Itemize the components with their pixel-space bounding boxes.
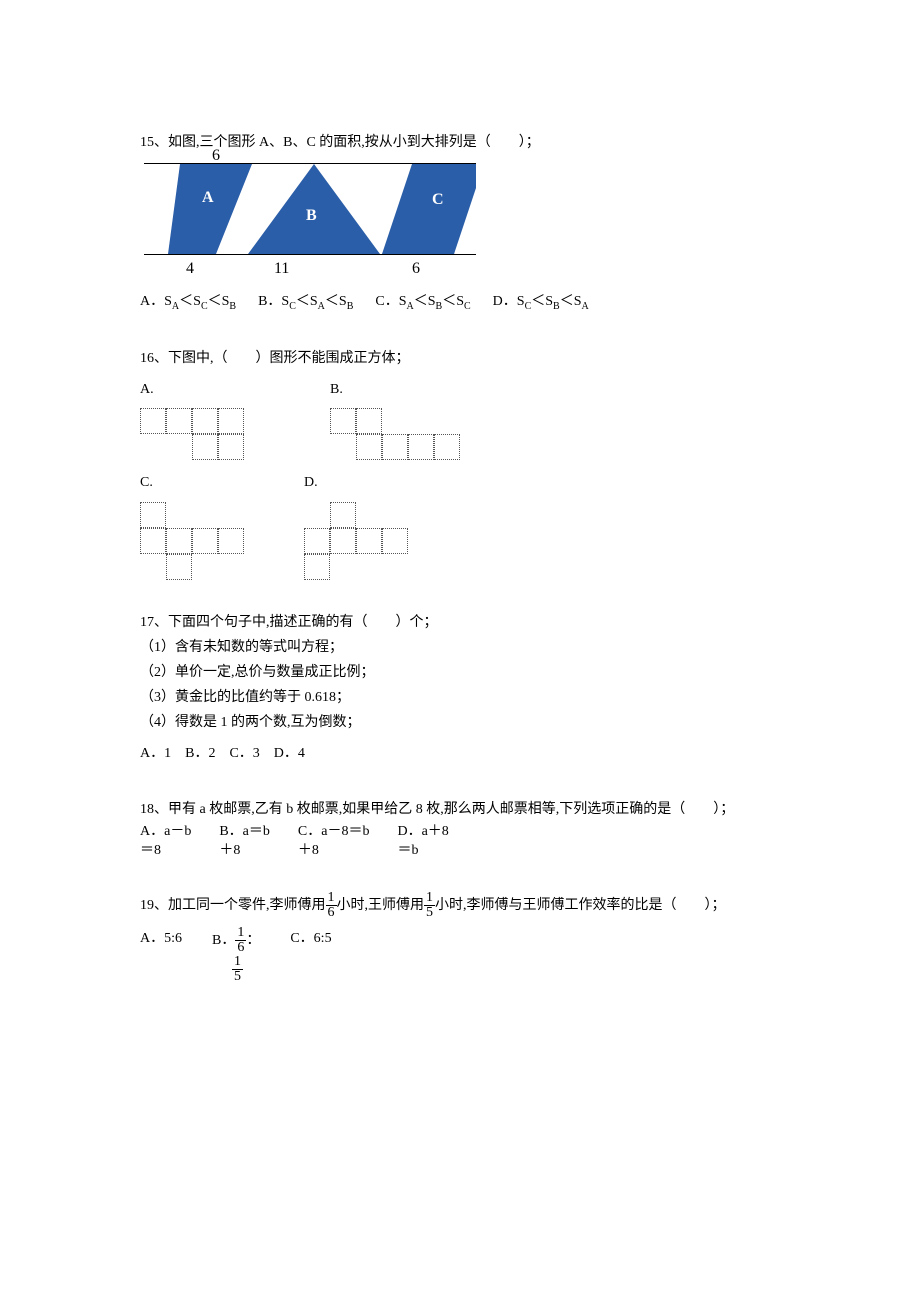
q19-opt-c: C．6:5 [290, 926, 331, 951]
q18-stem: 18、甲有 a 枚邮票,乙有 b 枚邮票,如果甲给乙 8 枚,那么两人邮票相等,… [140, 797, 780, 822]
question-19: 19、加工同一个零件,李师傅用 16 小时,王师傅用 15 小时,李师傅与王师傅… [140, 891, 780, 984]
q18-opt-b: B．a＝b＋8 [219, 822, 270, 861]
q17-item-1: （1）含有未知数的等式叫方程； [140, 635, 780, 660]
question-17: 17、下面四个句子中,描述正确的有（ ）个； （1）含有未知数的等式叫方程； （… [140, 610, 780, 767]
question-16: 16、下图中,（ ）图形不能围成正方体； A. B. C. [140, 346, 780, 580]
q19-post: 小时,李师傅与王师傅工作效率的比是（ ）； [435, 893, 726, 918]
q17-stem: 17、下面四个句子中,描述正确的有（ ）个； [140, 610, 780, 635]
q17-item-3: （3）黄金比的比值约等于 0.618； [140, 685, 780, 710]
q16-net-d: D. [304, 470, 408, 579]
q16-net-a: A. [140, 377, 270, 460]
q16-net-c: C. [140, 470, 244, 579]
q19-opt-a: A．5:6 [140, 926, 182, 951]
q15-bottom-11: 11 [274, 255, 289, 284]
question-15: 15、如图,三个图形 A、B、C 的面积,按从小到大排列是（ ）； 6 A B … [140, 130, 780, 316]
shape-b-label: B [306, 207, 317, 224]
q17-options: A．1 B．2 C．3 D．4 [140, 741, 780, 766]
q16-net-b: B. [330, 377, 460, 460]
q15-opt-b: B．SC＜SA＜SB [258, 289, 353, 316]
q15-opt-a: A．SA＜SC＜SB [140, 289, 236, 316]
q19-pre: 19、加工同一个零件,李师傅用 [140, 893, 326, 918]
q19-opt-b: B． 16 ： 15 [212, 926, 260, 984]
fraction-1-5-icon: 15 [424, 891, 435, 920]
shape-c-label: C [432, 191, 444, 208]
q15-opt-c: C．SA＜SB＜SC [375, 289, 470, 316]
q18-opt-a: A．a－b＝8 [140, 822, 191, 861]
shape-a-label: A [202, 189, 214, 206]
q15-bottom-4: 4 [186, 255, 194, 284]
q17-item-2: （2）单价一定,总价与数量成正比例； [140, 660, 780, 685]
q15-options: A．SA＜SC＜SB B．SC＜SA＜SB C．SA＜SB＜SC D．SC＜SB… [140, 289, 780, 316]
q16-stem: 16、下图中,（ ）图形不能围成正方体； [140, 346, 780, 371]
q15-figure: 6 A B C 4 11 6 [140, 163, 480, 275]
q19-mid: 小时,王师傅用 [337, 893, 425, 918]
q15-opt-d: D．SC＜SB＜SA [493, 289, 589, 316]
fraction-1-6-icon: 16 [326, 891, 337, 920]
q18-opt-d: D．a＋8＝b [397, 822, 448, 861]
q15-stem: 15、如图,三个图形 A、B、C 的面积,按从小到大排列是（ ）； [140, 130, 780, 155]
q17-item-4: （4）得数是 1 的两个数,互为倒数； [140, 710, 780, 735]
question-18: 18、甲有 a 枚邮票,乙有 b 枚邮票,如果甲给乙 8 枚,那么两人邮票相等,… [140, 797, 780, 861]
q18-opt-c: C．a－8＝b＋8 [298, 822, 370, 861]
q15-bottom-6: 6 [412, 255, 420, 284]
